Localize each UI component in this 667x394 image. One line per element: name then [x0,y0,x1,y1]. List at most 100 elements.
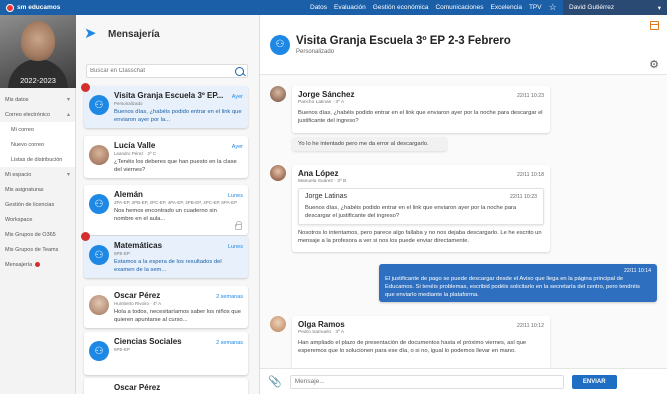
conversation-item[interactable]: Lucía Valle Ayer Leandro Pérez · 2º C ¿Te… [84,136,248,178]
top-nav: Datos Evaluación Gestión económica Comun… [310,4,542,11]
user-menu[interactable]: David Gutiérrez ▾ [563,0,667,15]
message-text: Yo lo he intentado pero me da error al d… [298,141,429,147]
conversation-item[interactable]: ⚇ Visita Granja Escuela 3º EP... Ayer Per… [84,86,248,128]
nav-comunicaciones[interactable]: Comunicaciones [435,4,483,11]
search-input[interactable] [90,68,220,74]
school-year: 2022-2023 [20,76,56,85]
message-text: Nosotros lo intentamos, pero parece algo… [298,230,542,244]
sidebar-item-teams[interactable]: Mis Grupos de Teams [0,242,75,257]
sidebar-item-label: Listas de distribución [11,156,63,163]
sidebar-item-label: Mi correo [11,126,34,133]
messaging-logo-icon: ➤ [84,25,97,42]
conversation-item[interactable]: ⚇ Matemáticas Lunes 5PE-EP Estamos a la e… [84,236,248,278]
brand-logo-icon [6,3,14,12]
conversation-date: Ayer [231,144,243,150]
sidebar-item-asignaturas[interactable]: Mis asignaturas [0,182,75,197]
message-text: Han ampliado el plazo de presentación de… [298,340,527,354]
own-message: 22/11 10:14 El justificante de pago se p… [379,264,657,302]
conversation-sub: Humberto Rivoiro · 4º A [114,301,162,306]
conversation-sub: 2PA-EP, 2PB-EP, 2PC-EP, 4PA-EP, 4PB-EP, … [114,200,238,205]
sidebar-item-mensajeria[interactable]: Mensajería [0,257,75,272]
message-author: Olga Ramos [298,320,345,329]
user-name: David Gutiérrez [569,4,615,11]
message-text: Buenos días, ¿habéis podido entrar en el… [298,110,543,124]
nav-datos[interactable]: Datos [310,4,327,11]
sidebar-item-label: Mis Grupos de O365 [5,231,56,238]
conversation-column: ➤ Mensajería ⚇ Visita Granja Escuela 3º … [76,15,260,394]
brand[interactable]: sm educamos [0,3,200,12]
message-time: 22/11 10:18 [516,172,544,178]
conversation-item[interactable]: Oscar Pérez 2 semanas Humberto Rivoiro · … [84,286,248,328]
conversation-sub: 5PE-EP [114,251,131,256]
sidebar-item-o365[interactable]: Mis Grupos de O365 [0,227,75,242]
sidebar-item-mi-correo[interactable]: Mi correo [0,122,75,137]
group-icon: ⚇ [89,341,109,361]
conversation-item[interactable]: ⚇ Ciencias Sociales 2 semanas 5PE-EP [84,332,248,375]
page-title: Mensajería [108,28,160,40]
sidebar-item-nuevo-correo[interactable]: Nuevo correo [0,137,75,152]
conversation-name: Oscar Pérez [114,291,161,300]
message: Olga Ramos Pedro Samuelo · 3º A 22/11 10… [292,316,550,368]
conversation-sub: 5PE-EP [114,347,131,352]
conversation-name: Visita Granja Escuela 3º EP... [114,91,224,100]
conversation-item[interactable]: ⚇ Alemán Lunes 2PA-EP, 2PB-EP, 2PC-EP, 4P… [84,185,248,235]
nav-excelencia[interactable]: Excelencia [491,4,522,11]
sidebar-item-correo[interactable]: Correo electrónico ▴ [0,107,75,122]
paperclip-icon[interactable]: 📎 [268,375,282,388]
message: Ana López Manuela Suárez · 3º B 22/11 10… [292,165,550,252]
profile-photo: 2022-2023 [0,15,76,88]
conversation-preview: ¿Tenéis los deberes que han puesto en la… [114,159,237,173]
quoted-message: Jorge Latinas 22/11 10:23 Buenos días, ¿… [298,188,544,225]
message-author: Ana López [298,169,339,178]
user-caret-icon: ▾ [657,4,661,12]
avatar [270,86,286,102]
group-icon: ⚇ [89,194,109,214]
calendar-icon[interactable] [650,21,659,30]
unread-badge [81,83,90,92]
gear-icon[interactable]: ⚙ [649,58,659,71]
profile-head [21,21,55,61]
search-icon[interactable] [235,66,244,76]
search-box [86,64,248,78]
sidebar-item-label: Mensajería [5,261,33,268]
message-author-sub: Pancho Latinas · 3º A [298,100,345,105]
message-author: Jorge Sánchez [298,90,355,99]
avatar [270,165,286,181]
message-author-sub: Manuela Suárez · 3º B [298,179,347,184]
message-input[interactable] [289,374,564,389]
sidebar-item-label: Correo electrónico [5,111,50,118]
sidebar-item-licencias[interactable]: Gestión de licencias [0,197,75,212]
conversation-preview: Nos hemos encontrado un cuaderno sin nom… [114,208,217,222]
conversation-item[interactable]: Oscar Pérez [84,378,248,394]
star-icon[interactable]: ☆ [549,3,557,12]
sidebar-item-mis-datos[interactable]: Mis datos ▾ [0,92,75,107]
conversation-date: 2 semanas [216,340,243,346]
conversation-preview: Estamos a la espera de los resultados de… [114,259,222,273]
group-icon: ⚇ [89,95,109,115]
nav-gestion-economica[interactable]: Gestión económica [373,4,429,11]
nav-evaluacion[interactable]: Evaluación [334,4,366,11]
chevron-down-icon: ▾ [66,172,70,178]
chat-header: ⚇ Visita Granja Escuela 3º EP 2-3 Febrer… [260,15,667,75]
conversation-date: 2 semanas [216,294,243,300]
message-text: El justificante de pago se puede descarg… [385,276,640,298]
sidebar-item-workspace[interactable]: Workspace [0,212,75,227]
sidebar-item-mi-espacio[interactable]: Mi espacio ▾ [0,167,75,182]
sidebar-item-label: Mis Grupos de Teams [5,246,59,253]
sidebar-item-label: Gestión de licencias [5,201,55,208]
conversation-header: ➤ Mensajería [76,15,259,53]
nav-tpv[interactable]: TPV [529,4,542,11]
message-time: 22/11 10:12 [516,323,544,329]
conversation-name: Alemán [114,190,143,199]
chat-subtitle: Personalizado [296,48,335,55]
send-button[interactable]: ENVIAR [571,374,617,389]
conversation-name: Ciencias Sociales [114,337,182,346]
sidebar-item-label: Mi espacio [5,171,32,178]
chat-panel: ⚇ Visita Granja Escuela 3º EP 2-3 Febrer… [260,15,667,394]
conversation-preview: Buenos días, ¿habéis podido entrar en el… [114,109,242,123]
sidebar-item-listas[interactable]: Listas de distribución [0,152,75,167]
sidebar-item-label: Mis asignaturas [5,186,44,193]
conversation-sub: Leandro Pérez · 2º C [114,151,157,156]
conversation-sub: Personalizado [114,101,143,106]
group-icon: ⚇ [270,34,290,55]
